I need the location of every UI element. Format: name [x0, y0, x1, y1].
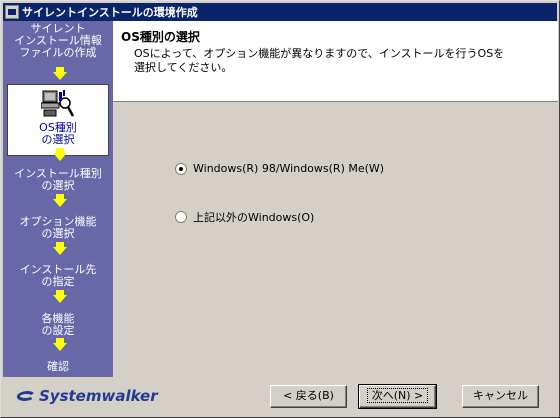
header-panel: OS種別の選択 OSによって、オプション機能が異なりますので、インストールを行う… [113, 21, 558, 102]
wizard-window: サイレントインストールの環境作成 サイレント インストール情報 ファイルの作成 … [0, 0, 560, 418]
brand-name: Systemwalker [39, 387, 158, 405]
step-options: オプション機能 の選択 [19, 215, 97, 240]
back-button[interactable]: < 戻る(B) [270, 385, 347, 408]
radio-option-other-windows[interactable]: 上記以外のWindows(O) [175, 209, 314, 225]
page-title: OS種別の選択 [121, 30, 200, 44]
cancel-button[interactable]: キャンセル [462, 385, 539, 408]
next-button[interactable]: 次へ(N) > [358, 384, 437, 409]
radio-button-checked[interactable] [175, 162, 187, 175]
step-create-info-file: サイレント インストール情報 ファイルの作成 [14, 22, 102, 59]
step-arrow-icon [53, 148, 67, 161]
app-icon [5, 5, 19, 19]
step-os-type: OS種別 の選択 [7, 84, 109, 156]
step-sidebar: サイレント インストール情報 ファイルの作成 OS種別 の選択 インストール種別… [3, 21, 113, 377]
window-title: サイレントインストールの環境作成 [22, 6, 198, 19]
step-arrow-icon [53, 290, 67, 303]
footer: Systemwalker < 戻る(B) 次へ(N) > キャンセル [3, 377, 557, 415]
brand-mark-icon [17, 389, 37, 403]
radio-option-win98-me[interactable]: Windows(R) 98/Windows(R) Me(W) [175, 162, 384, 175]
page-description: OSによって、オプション機能が異なりますので、インストールを行うOSを 選択して… [134, 47, 505, 74]
step-feature-settings: 各機能 の設定 [41, 312, 75, 337]
step-arrow-icon [53, 338, 67, 351]
radio-button[interactable] [175, 211, 187, 223]
computer-search-icon [41, 90, 75, 117]
next-button-label[interactable]: 次へ(N) > [366, 388, 429, 403]
brand-logo: Systemwalker [17, 387, 158, 405]
step-confirm: 確認 [47, 360, 69, 373]
step-install-type: インストール種別 の選択 [14, 167, 102, 192]
step-os-type-label: OS種別 の選択 [39, 121, 77, 146]
content-panel: Windows(R) 98/Windows(R) Me(W) 上記以外のWind… [113, 102, 558, 377]
step-arrow-icon [53, 194, 67, 207]
step-arrow-icon [53, 67, 67, 80]
step-arrow-icon [53, 242, 67, 255]
step-install-dest: インストール先 の指定 [19, 263, 97, 288]
title-bar: サイレントインストールの環境作成 [3, 3, 557, 21]
